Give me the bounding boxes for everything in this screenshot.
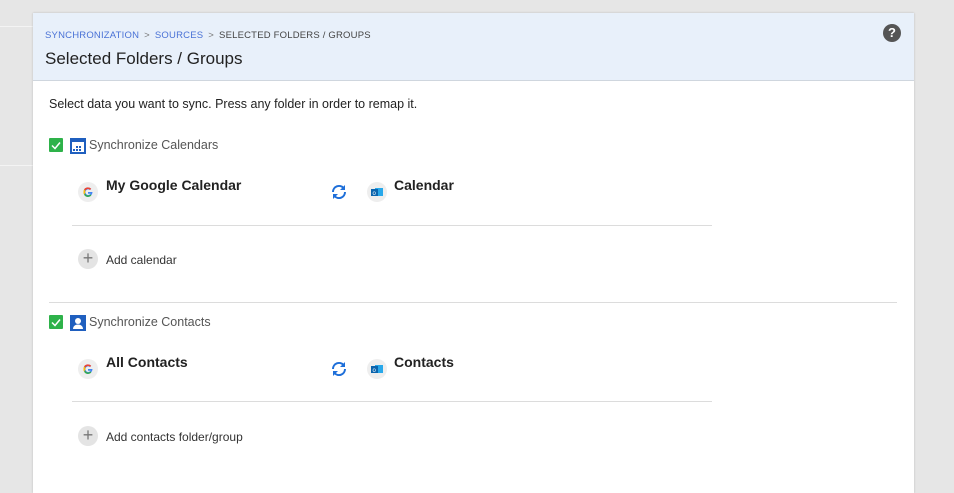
breadcrumb: SYNCHRONIZATION > SOURCES > SELECTED FOLDERS… <box>45 30 371 41</box>
sync-contacts-checkbox[interactable] <box>49 315 63 329</box>
divider <box>72 401 712 402</box>
target-folder-name[interactable]: Calendar <box>394 177 454 193</box>
target-folder-name[interactable]: Contacts <box>394 354 454 370</box>
side-divider <box>0 26 33 27</box>
selected-folders-panel: SYNCHRONIZATION > SOURCES > SELECTED FOLDERS… <box>33 13 914 493</box>
section-divider <box>49 302 897 303</box>
divider <box>72 225 712 226</box>
sync-arrows-icon <box>330 361 348 382</box>
check-icon <box>51 319 61 327</box>
breadcrumb-current: SELECTED FOLDERS / GROUPS <box>219 30 371 41</box>
add-contacts-button[interactable]: Add contacts folder/group <box>106 430 243 444</box>
breadcrumb-separator: > <box>144 30 150 41</box>
sync-contacts-label[interactable]: Synchronize Contacts <box>89 315 211 329</box>
sync-arrows-icon <box>330 184 348 205</box>
source-folder-name[interactable]: All Contacts <box>106 354 188 370</box>
add-contacts-plus-icon[interactable]: + <box>78 426 98 446</box>
google-icon <box>78 359 98 379</box>
source-folder-name[interactable]: My Google Calendar <box>106 177 241 193</box>
page-title: Selected Folders / Groups <box>45 49 243 68</box>
panel-header: SYNCHRONIZATION > SOURCES > SELECTED FOLDERS… <box>33 13 914 81</box>
check-icon <box>51 142 61 150</box>
calendar-icon <box>70 138 86 154</box>
breadcrumb-synchronization[interactable]: SYNCHRONIZATION <box>45 30 139 41</box>
intro-text: Select data you want to sync. Press any … <box>49 97 418 111</box>
add-calendar-plus-icon[interactable]: + <box>78 249 98 269</box>
outlook-icon: o <box>367 359 387 379</box>
outlook-icon: o <box>367 182 387 202</box>
google-icon <box>78 182 98 202</box>
sync-calendars-label[interactable]: Synchronize Calendars <box>89 138 218 152</box>
add-calendar-button[interactable]: Add calendar <box>106 253 177 267</box>
breadcrumb-separator: > <box>208 30 215 41</box>
sync-calendars-checkbox[interactable] <box>49 138 63 152</box>
breadcrumb-sources[interactable]: SOURCES <box>155 30 203 41</box>
contact-icon <box>70 315 86 331</box>
side-divider <box>0 165 33 166</box>
help-icon[interactable]: ? <box>883 24 901 42</box>
